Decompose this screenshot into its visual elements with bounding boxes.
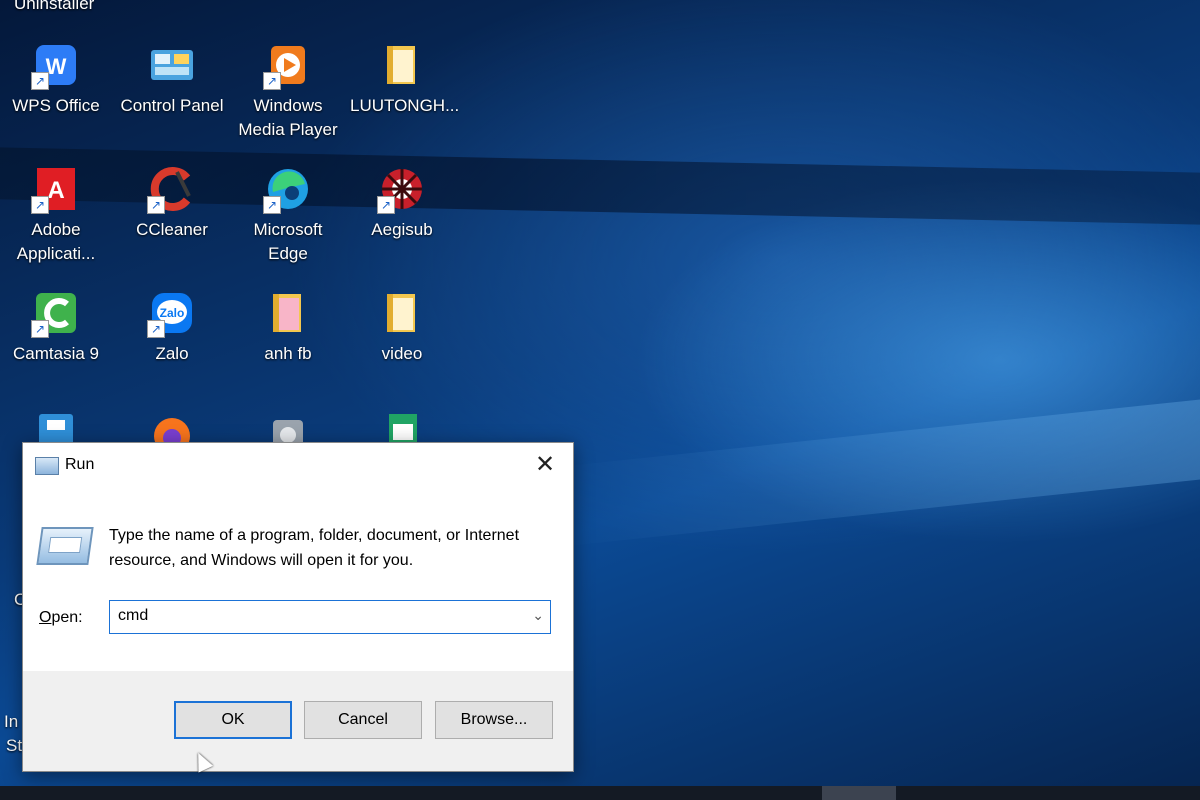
open-label: Open: [39, 609, 83, 627]
ok-button[interactable]: OK [174, 701, 292, 739]
desktop-icon-video[interactable]: video [350, 290, 454, 366]
dialog-button-bar: OK Cancel Browse... [23, 671, 573, 771]
shortcut-arrow-icon: ↗ [263, 196, 281, 214]
open-label-text: pen: [51, 609, 83, 626]
desktop-icon-camtasia[interactable]: ↗ Camtasia 9 [4, 290, 108, 366]
desktop-icon-aegisub[interactable]: ↗ Aegisub [350, 166, 454, 242]
shortcut-arrow-icon: ↗ [31, 320, 49, 338]
desktop-icon-label: Adobe Applicati... [16, 220, 96, 263]
spreadsheet-icon [379, 410, 425, 442]
desktop-icon-adobe[interactable]: A ↗ Adobe Applicati... [4, 166, 108, 266]
desktop-icon-windows-media-player[interactable]: ↗ Windows Media Player [236, 42, 340, 142]
run-icon [35, 457, 59, 475]
folder-icon [379, 42, 425, 88]
open-label-accesskey: O [39, 609, 52, 626]
run-program-icon [36, 527, 94, 565]
open-input[interactable] [118, 607, 518, 625]
desktop-icon-label: Aegisub [371, 220, 433, 239]
desktop-icon-label: Windows Media Player [238, 96, 338, 139]
wallpaper-light [560, 393, 1200, 547]
desktop-partial-label: In [4, 712, 19, 731]
ccleaner-icon: ↗ [147, 166, 195, 214]
zalo-icon: Zalo ↗ [147, 290, 195, 338]
desktop-icon-microsoft-edge[interactable]: ↗ Microsoft Edge [236, 166, 340, 266]
dialog-title: Run [65, 456, 95, 473]
shortcut-arrow-icon: ↗ [31, 72, 49, 90]
desktop-icon-partial-usb[interactable] [4, 410, 108, 442]
control-panel-icon [149, 42, 195, 88]
shortcut-arrow-icon: ↗ [31, 196, 49, 214]
desktop-icon-label: video [381, 344, 423, 363]
desktop-icon-label: Zalo [155, 344, 189, 363]
browse-button[interactable]: Browse... [435, 701, 553, 739]
dialog-titlebar[interactable]: Run ✕ [23, 443, 573, 487]
shortcut-arrow-icon: ↗ [377, 196, 395, 214]
desktop-icon-ccleaner[interactable]: ↗ CCleaner [120, 166, 224, 242]
desktop-icon-label: Microsoft Edge [253, 220, 323, 263]
desktop-icon-label: anh fb [264, 344, 312, 363]
desktop-icon-label: Camtasia 9 [13, 344, 99, 363]
desktop-icon-luutongh[interactable]: LUUTONGH... [350, 42, 460, 118]
desktop-icon-zalo[interactable]: Zalo ↗ Zalo [120, 290, 224, 366]
firefox-icon [149, 410, 195, 442]
desktop-icon-partial-tool[interactable] [236, 410, 340, 442]
desktop-icon-partial-sheet[interactable] [350, 410, 454, 442]
folder-icon [379, 290, 425, 336]
adobe-icon: A ↗ [31, 166, 79, 214]
aegisub-icon: ↗ [377, 166, 425, 214]
open-combobox[interactable]: ⌄ [109, 600, 551, 634]
desktop-icon-anh-fb[interactable]: anh fb [236, 290, 340, 366]
desktop-icon-label: Control Panel [120, 96, 224, 115]
desktop-icon-label: WPS Office [12, 96, 100, 115]
taskbar[interactable] [0, 786, 1200, 800]
run-dialog: Run ✕ Type the name of a program, folder… [22, 442, 574, 772]
svg-text:A: A [47, 177, 64, 204]
camtasia-icon: ↗ [31, 290, 79, 338]
taskbar-active-item[interactable] [822, 786, 896, 800]
desktop-icon-label: LUUTONGH... [350, 96, 460, 115]
shortcut-arrow-icon: ↗ [147, 320, 165, 338]
chevron-down-icon[interactable]: ⌄ [532, 607, 544, 624]
desktop-icon-control-panel[interactable]: Control Panel [120, 42, 224, 118]
usb-tool-icon [33, 410, 79, 442]
close-button[interactable]: ✕ [531, 451, 559, 479]
shortcut-arrow-icon: ↗ [147, 196, 165, 214]
wps-office-icon: W ↗ [31, 42, 79, 90]
folder-icon [265, 290, 311, 336]
media-player-icon: ↗ [263, 42, 311, 90]
dialog-description: Type the name of a program, folder, docu… [109, 527, 520, 569]
cancel-button[interactable]: Cancel [304, 701, 422, 739]
desktop-label-uninstaller: Uninstaller [14, 0, 95, 13]
tool-icon [265, 410, 311, 442]
svg-text:Zalo: Zalo [160, 306, 185, 320]
desktop-icon-wps-office[interactable]: W ↗ WPS Office [4, 42, 108, 118]
desktop-icon-partial-firefox[interactable] [120, 410, 224, 442]
shortcut-arrow-icon: ↗ [263, 72, 281, 90]
desktop-icon-label: CCleaner [136, 220, 208, 239]
edge-icon: ↗ [263, 166, 311, 214]
desktop-partial-label: St [6, 736, 23, 755]
